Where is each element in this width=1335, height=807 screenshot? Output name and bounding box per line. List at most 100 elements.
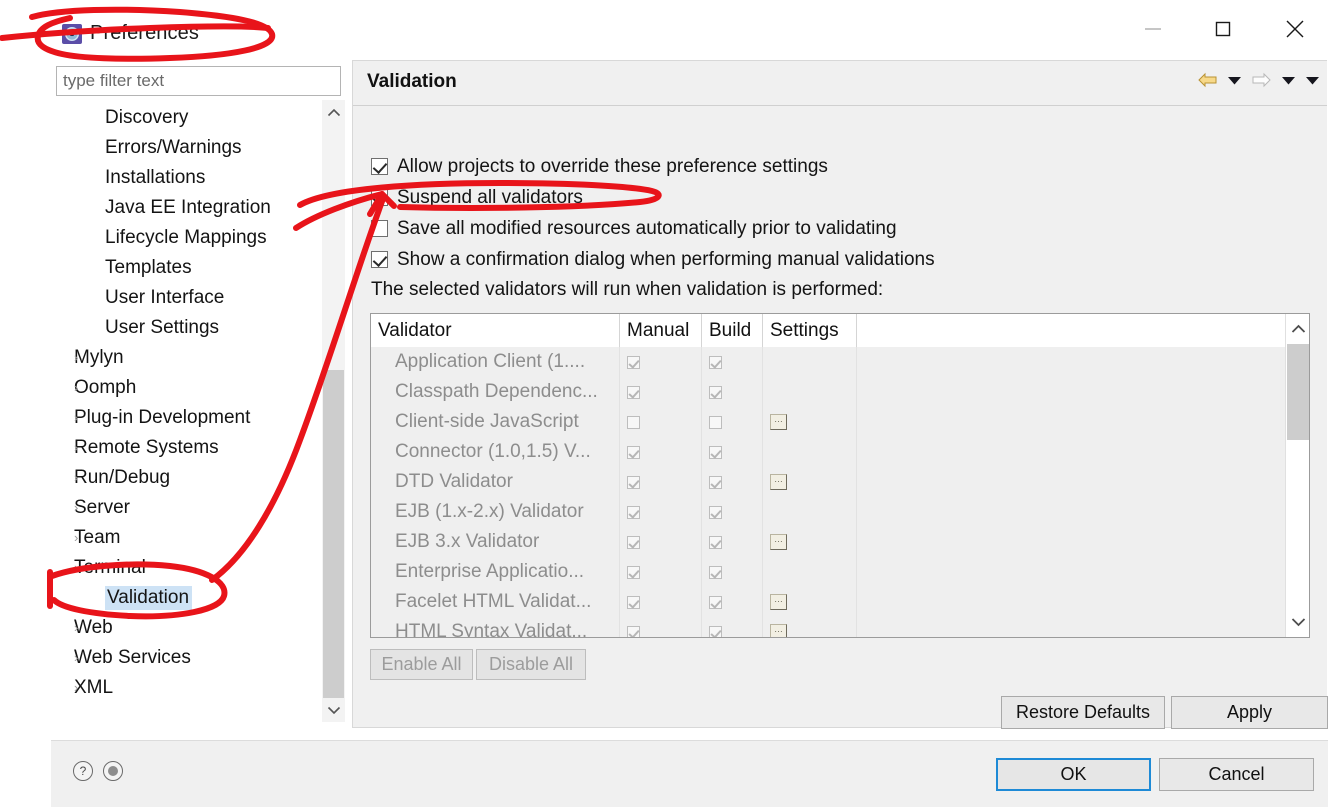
chevron-right-icon[interactable]: › (74, 613, 90, 643)
settings-ellipsis-button[interactable]: … (770, 534, 787, 550)
sidebar-scroll-thumb[interactable] (323, 370, 344, 710)
cell-build[interactable] (702, 557, 763, 587)
cell-build[interactable] (702, 467, 763, 497)
table-row[interactable]: EJB (1.x-2.x) Validator (371, 497, 1309, 527)
forward-menu-chevron-down-icon[interactable] (1282, 76, 1295, 85)
cell-manual[interactable] (620, 467, 702, 497)
checkbox-checked-icon[interactable] (627, 535, 640, 549)
checkbox-checked-icon[interactable] (709, 565, 722, 579)
cell-manual[interactable] (620, 617, 702, 637)
column-header-validator[interactable]: Validator (371, 314, 620, 347)
cancel-button[interactable]: Cancel (1159, 758, 1314, 791)
cell-manual[interactable] (620, 497, 702, 527)
enable-all-button[interactable]: Enable All (370, 649, 473, 680)
cell-settings[interactable] (763, 437, 857, 467)
view-menu-chevron-down-icon[interactable] (1306, 76, 1319, 85)
sidebar-item-server[interactable]: › Server (56, 493, 318, 523)
cell-manual[interactable] (620, 437, 702, 467)
table-scroll-up-icon[interactable] (1286, 316, 1309, 342)
cell-settings[interactable]: … (763, 587, 857, 617)
ok-button[interactable]: OK (996, 758, 1151, 791)
column-header-build[interactable]: Build (702, 314, 763, 347)
minimize-button[interactable] (1130, 14, 1176, 44)
checkbox-checked-icon[interactable] (627, 445, 640, 459)
sidebar-item-user-settings[interactable]: User Settings (56, 313, 318, 343)
cell-build[interactable] (702, 617, 763, 637)
option-row[interactable]: Allow projects to override these prefere… (371, 151, 1301, 182)
cell-settings[interactable]: … (763, 527, 857, 557)
cell-settings[interactable]: … (763, 617, 857, 637)
sidebar-item-remote-systems[interactable]: › Remote Systems (56, 433, 318, 463)
checkbox-checked-icon[interactable] (371, 158, 388, 175)
settings-ellipsis-button[interactable]: … (770, 624, 787, 637)
chevron-right-icon[interactable]: › (74, 433, 90, 463)
table-row[interactable]: Connector (1.0,1.5) V... (371, 437, 1309, 467)
table-row[interactable]: Facelet HTML Validat...… (371, 587, 1309, 617)
chevron-right-icon[interactable]: › (74, 463, 90, 493)
sidebar-item-errors-warnings[interactable]: Errors/Warnings (56, 133, 318, 163)
checkbox-checked-icon[interactable] (709, 595, 722, 609)
checkbox-checked-icon[interactable] (627, 475, 640, 489)
cell-manual[interactable] (620, 377, 702, 407)
table-scroll-thumb[interactable] (1287, 344, 1309, 440)
checkbox-checked-icon[interactable] (627, 595, 640, 609)
option-row[interactable]: Suspend all validators (371, 182, 1301, 213)
table-scroll-down-icon[interactable] (1286, 609, 1309, 635)
checkbox-checked-icon[interactable] (371, 251, 388, 268)
cell-settings[interactable]: … (763, 407, 857, 437)
record-dot-icon[interactable] (103, 761, 123, 781)
checkbox-checked-icon[interactable] (709, 385, 722, 399)
cell-build[interactable] (702, 377, 763, 407)
sidebar-item-web-services[interactable]: › Web Services (56, 643, 318, 673)
scroll-down-icon[interactable] (322, 698, 345, 722)
cell-build[interactable] (702, 527, 763, 557)
sidebar-item-mylyn[interactable]: › Mylyn (56, 343, 318, 373)
cell-build[interactable] (702, 587, 763, 617)
checkbox-checked-icon[interactable] (709, 355, 722, 369)
option-row[interactable]: Show a confirmation dialog when performi… (371, 244, 1301, 275)
column-header-manual[interactable]: Manual (620, 314, 702, 347)
sidebar-item-discovery[interactable]: Discovery (56, 103, 318, 133)
checkbox-checked-icon[interactable] (627, 385, 640, 399)
column-header-settings[interactable]: Settings (763, 314, 857, 347)
chevron-right-icon[interactable]: › (74, 343, 90, 373)
sidebar-scrollbar[interactable] (322, 100, 345, 722)
cell-settings[interactable] (763, 347, 857, 377)
checkbox-checked-icon[interactable] (709, 625, 722, 637)
cell-settings[interactable]: … (763, 467, 857, 497)
cell-manual[interactable] (620, 527, 702, 557)
chevron-right-icon[interactable]: › (74, 373, 90, 403)
cell-settings[interactable] (763, 557, 857, 587)
checkbox-checked-icon[interactable] (709, 535, 722, 549)
checkbox-checked-icon[interactable] (627, 625, 640, 637)
checkbox-checked-icon[interactable] (709, 475, 722, 489)
checkbox-unchecked-icon[interactable] (371, 220, 388, 237)
sidebar-item-terminal[interactable]: › Terminal (56, 553, 318, 583)
chevron-right-icon[interactable]: › (74, 553, 90, 583)
cell-manual[interactable] (620, 557, 702, 587)
checkbox-checked-icon[interactable] (627, 355, 640, 369)
close-button[interactable] (1272, 14, 1318, 44)
chevron-right-icon[interactable]: › (74, 523, 90, 553)
restore-defaults-button[interactable]: Restore Defaults (1001, 696, 1165, 729)
table-scrollbar[interactable] (1285, 314, 1309, 637)
filter-input[interactable] (56, 66, 341, 96)
sidebar-item-plug-in-development[interactable]: › Plug-in Development (56, 403, 318, 433)
table-row[interactable]: Application Client (1.... (371, 347, 1309, 377)
cell-manual[interactable] (620, 587, 702, 617)
scroll-up-icon[interactable] (322, 100, 345, 124)
sidebar-item-templates[interactable]: Templates (56, 253, 318, 283)
table-row[interactable]: Client-side JavaScript… (371, 407, 1309, 437)
table-row[interactable]: EJB 3.x Validator… (371, 527, 1309, 557)
checkbox-unchecked-icon[interactable] (709, 415, 722, 429)
cell-manual[interactable] (620, 347, 702, 377)
sidebar-item-validation[interactable]: Validation (56, 583, 318, 613)
checkbox-checked-icon[interactable] (709, 445, 722, 459)
sidebar-item-java-ee-integration[interactable]: Java EE Integration (56, 193, 318, 223)
maximize-button[interactable] (1200, 14, 1246, 44)
checkbox-checked-icon[interactable] (371, 189, 388, 206)
cell-build[interactable] (702, 437, 763, 467)
settings-ellipsis-button[interactable]: … (770, 474, 787, 490)
table-row[interactable]: Enterprise Applicatio... (371, 557, 1309, 587)
checkbox-checked-icon[interactable] (627, 565, 640, 579)
